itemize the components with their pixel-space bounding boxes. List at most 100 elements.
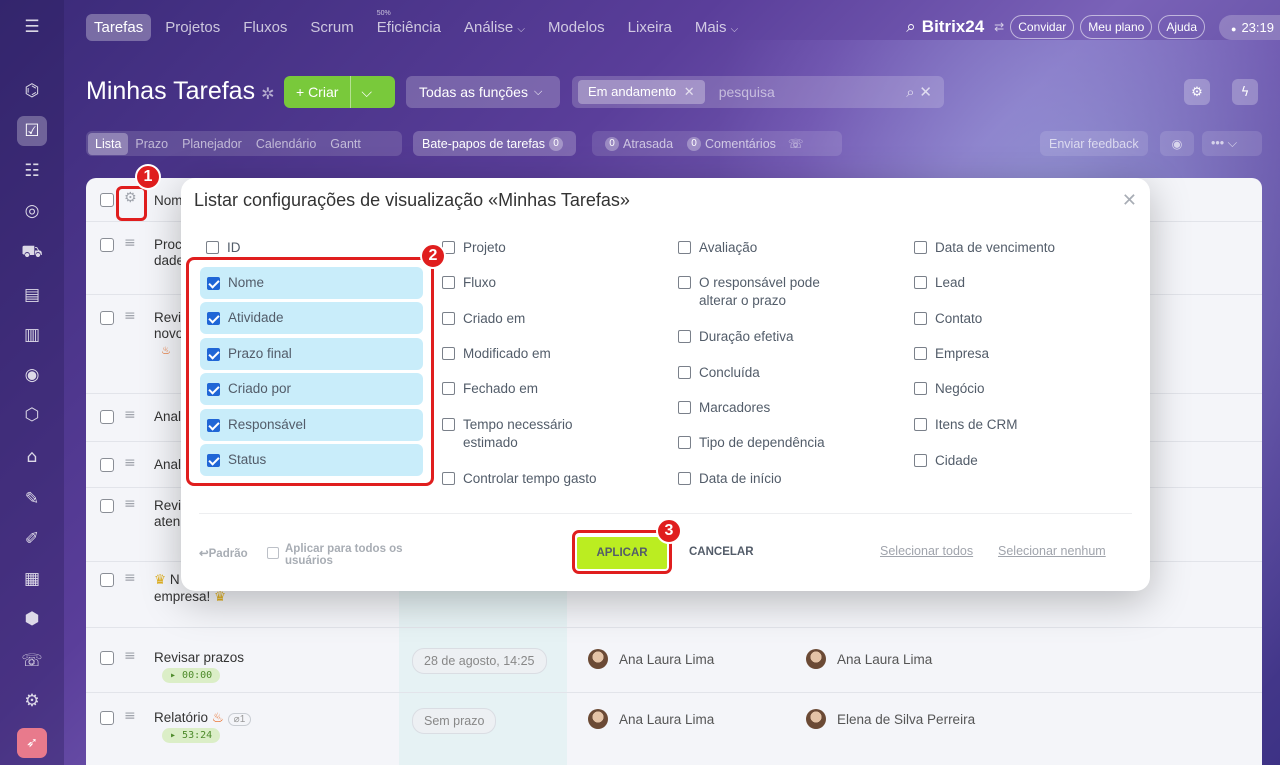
task-name[interactable]: Revi [154,310,181,325]
reset-default-button[interactable]: ↩Padrão [199,546,248,560]
crm-icon[interactable]: ◎ [17,196,47,226]
task-name[interactable]: Revisar prazos [154,650,244,665]
checkbox[interactable] [267,547,279,559]
option-effective-duration[interactable]: Duração efetiva [678,328,794,346]
create-button[interactable]: + Criar ⌵ [284,76,395,108]
more-options-icon[interactable]: ••• ⌵ [1202,131,1262,156]
option-modified-on[interactable]: Modificado em [442,345,551,363]
tab-deadline[interactable]: Prazo [128,133,175,155]
tab-calendar[interactable]: Calendário [249,133,323,155]
checkbox[interactable] [678,241,691,254]
select-all-checkbox[interactable] [100,193,114,207]
search-filter-box[interactable]: Em andamento ✕ pesquisa ⌕ ✕ [572,76,944,108]
task-name[interactable]: Revi [154,498,181,513]
bot-icon[interactable]: ◉ [1160,131,1194,156]
checkbox[interactable] [442,276,455,289]
option-contact[interactable]: Contato [914,310,982,328]
checkbox[interactable] [914,241,927,254]
tab-gantt[interactable]: Gantt [323,133,368,155]
option-rating[interactable]: Avaliação [678,239,757,257]
row-menu-icon[interactable]: ≡ [124,496,136,512]
deadline-pill[interactable]: 28 de agosto, 14:25 [412,648,547,674]
nav-scrum[interactable]: Scrum [310,19,353,36]
tab-list[interactable]: Lista [88,132,129,155]
option-lead[interactable]: Lead [914,274,965,292]
phone-icon[interactable]: ☏ [17,646,47,676]
option-tags[interactable]: Marcadores [678,399,770,417]
settings-gear-icon[interactable]: ⚙ [1184,79,1210,105]
overdue-filter[interactable]: Atrasada [623,137,673,151]
option-dependency-type[interactable]: Tipo de dependência [678,434,825,452]
chevron-down-icon[interactable]: ⌵ [351,84,382,101]
lightning-icon[interactable]: ϟ [1232,79,1258,105]
search-icon[interactable]: ⌕ [906,17,916,37]
checkbox[interactable] [914,312,927,325]
checkbox[interactable] [678,366,691,379]
calendar-icon[interactable]: ▦ [17,564,47,594]
option-city[interactable]: Cidade [914,452,978,470]
search-icon[interactable]: ⌕ ✕ [906,83,932,101]
option-crm-items[interactable]: Itens de CRM [914,416,1018,434]
row-checkbox[interactable] [100,651,114,665]
option-created-on[interactable]: Criado em [442,310,525,328]
checkbox[interactable] [442,418,455,431]
bot-icon[interactable]: ◉ [17,360,47,390]
checkbox[interactable] [914,418,927,431]
creator-person[interactable]: Elena de Silva Perreira [806,709,975,729]
cart-icon[interactable]: ⛟ [17,238,47,268]
sliders-icon[interactable]: ⇄ [994,20,1004,34]
row-menu-icon[interactable]: ≡ [124,570,136,586]
row-menu-icon[interactable]: ≡ [124,708,136,724]
nav-projects[interactable]: Projetos [165,19,220,36]
checkbox[interactable] [914,382,927,395]
comments-filter[interactable]: Comentários [705,137,776,151]
row-menu-icon[interactable]: ≡ [124,235,136,251]
nav-tasks[interactable]: Tarefas [86,13,152,41]
row-menu-icon[interactable]: ≡ [124,648,136,664]
cube-icon[interactable]: ⬡ [17,400,47,430]
option-company[interactable]: Empresa [914,345,989,363]
invite-button[interactable]: Convidar [1010,15,1075,39]
checkbox[interactable] [442,312,455,325]
roles-dropdown[interactable]: Todas as funções ⌵ [406,76,560,108]
nav-trash[interactable]: Lixeira [628,19,672,36]
timer-badge[interactable]: ▸ 00:00 [162,668,221,683]
checkbox[interactable] [442,382,455,395]
row-menu-icon[interactable]: ≡ [124,455,136,471]
timer-badge[interactable]: ▸ 53:24 [162,728,221,743]
checkbox[interactable] [442,347,455,360]
option-due-date[interactable]: Data de vencimento [914,239,1055,257]
checkbox[interactable] [442,472,455,485]
checkbox[interactable] [678,330,691,343]
tasks-icon[interactable]: ☑ [17,116,47,146]
task-name[interactable]: Anal [154,409,181,424]
close-icon[interactable]: ✕ [1122,190,1137,211]
row-checkbox[interactable] [100,573,114,587]
chat-bubble-icon[interactable]: ☏ [788,136,804,151]
filter-stack-icon[interactable]: ☷ [17,156,47,186]
row-menu-icon[interactable]: ≡ [124,407,136,423]
option-completed[interactable]: Concluída [678,364,760,382]
checkbox[interactable] [678,401,691,414]
help-button[interactable]: Ajuda [1158,15,1206,39]
checkbox[interactable] [206,241,219,254]
task-name[interactable]: ♛ N [154,572,180,588]
checkbox[interactable] [678,472,691,485]
option-estimated-time[interactable]: Tempo necessário estimado [442,416,612,452]
row-menu-icon[interactable]: ≡ [124,308,136,324]
close-icon[interactable]: ✕ [684,84,695,99]
deadline-pill[interactable]: Sem prazo [412,708,497,734]
checkbox[interactable] [914,454,927,467]
option-flow[interactable]: Fluxo [442,274,496,292]
option-id[interactable]: ID [206,239,241,257]
row-checkbox[interactable] [100,238,114,252]
pin-icon[interactable]: ✲ [261,86,274,103]
table-row[interactable]: ≡ Relatório ♨ ⌀1 ▸ 53:24 Sem prazo Ana L… [86,693,1262,765]
row-checkbox[interactable] [100,499,114,513]
checkbox[interactable] [914,276,927,289]
apply-all-users-option[interactable]: Aplicar para todos os usuários [267,543,415,567]
my-plan-button[interactable]: Meu plano [1080,15,1153,39]
nav-efficiency[interactable]: 50% Eficiência [377,10,441,36]
cancel-button[interactable]: CANCELAR [689,546,754,558]
analytics-icon[interactable]: ▥ [17,320,47,350]
